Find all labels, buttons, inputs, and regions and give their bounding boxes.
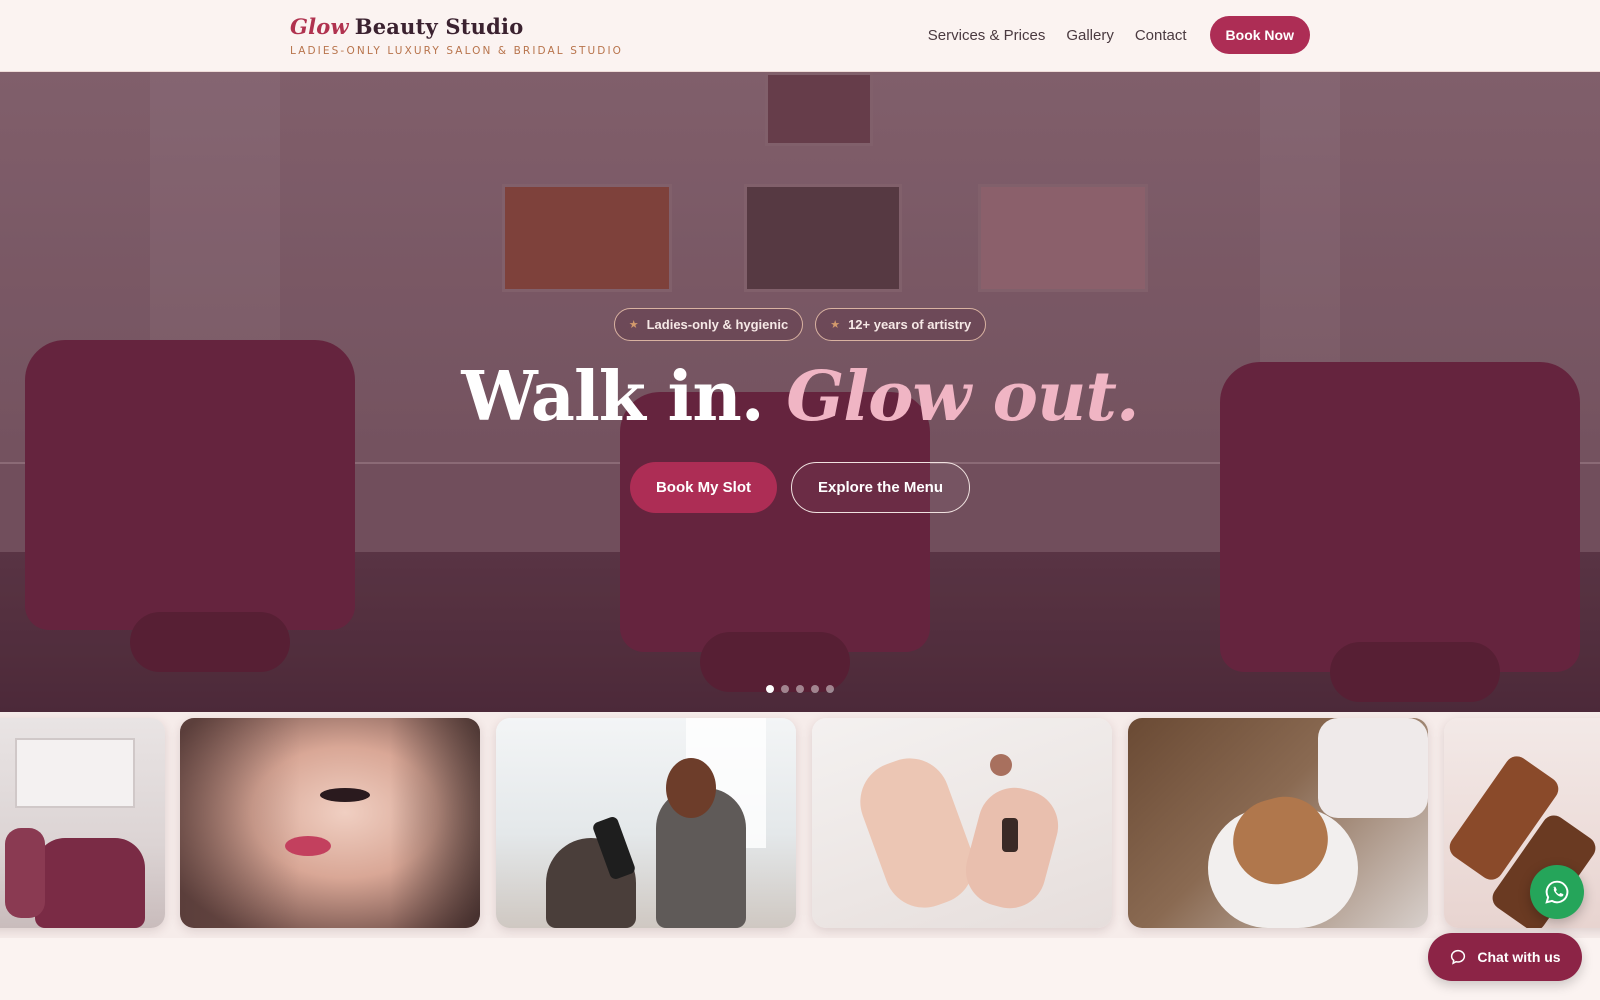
brand-name-accent: Glow — [290, 14, 349, 39]
carousel-dots — [0, 685, 1600, 693]
badge-ladies-only: ★ Ladies-only & hygienic — [613, 308, 804, 341]
hero-headline: Walk in. Glow out. — [0, 357, 1600, 437]
carousel-dot-4[interactable] — [811, 685, 819, 693]
hero-carousel: ★ Ladies-only & hygienic ★ 12+ years of … — [0, 72, 1600, 712]
badge-years-artistry: ★ 12+ years of artistry — [815, 308, 987, 341]
headline-accent: Glow out. — [786, 357, 1139, 437]
badge-label: 12+ years of artistry — [848, 317, 972, 332]
star-icon: ★ — [628, 319, 639, 331]
explore-menu-button[interactable]: Explore the Menu — [790, 462, 971, 513]
whatsapp-icon — [1545, 880, 1569, 904]
gallery-tile-hair-blowdry[interactable] — [496, 718, 796, 928]
carousel-dot-2[interactable] — [781, 685, 789, 693]
whatsapp-button[interactable] — [1530, 865, 1584, 919]
carousel-dot-5[interactable] — [826, 685, 834, 693]
carousel-dot-1[interactable] — [766, 685, 774, 693]
carousel-dot-3[interactable] — [796, 685, 804, 693]
gallery-tile-nail-polish[interactable] — [812, 718, 1112, 928]
book-now-button[interactable]: Book Now — [1209, 16, 1310, 54]
gallery-strip — [0, 712, 1600, 938]
star-icon: ★ — [830, 319, 841, 331]
chat-with-us-button[interactable]: Chat with us — [1428, 933, 1582, 981]
gallery-tile-facial-mask[interactable] — [1128, 718, 1428, 928]
badge-label: Ladies-only & hygienic — [646, 317, 789, 332]
brand-name-rest: Beauty Studio — [354, 14, 524, 39]
gallery-tile-makeup-lipstick[interactable] — [180, 718, 480, 928]
nav-link-services[interactable]: Services & Prices — [928, 27, 1046, 44]
nav-link-gallery[interactable]: Gallery — [1066, 27, 1114, 44]
brand-logo[interactable]: Glow Beauty Studio LADIES-ONLY LUXURY SAL… — [290, 14, 623, 57]
nav-link-contact[interactable]: Contact — [1135, 27, 1187, 44]
gallery-tile-salon-interior[interactable] — [0, 718, 165, 928]
main-nav: Services & Prices Gallery Contact Book N… — [928, 16, 1310, 54]
site-header: Glow Beauty Studio LADIES-ONLY LUXURY SAL… — [0, 0, 1600, 72]
hero-badges: ★ Ladies-only & hygienic ★ 12+ years of … — [0, 308, 1600, 341]
hero-cta-group: Book My Slot Explore the Menu — [0, 462, 1600, 513]
chat-bubble-icon — [1451, 949, 1466, 965]
chat-label: Chat with us — [1477, 949, 1561, 965]
book-my-slot-button[interactable]: Book My Slot — [629, 462, 777, 513]
brand-tagline: LADIES-ONLY LUXURY SALON & BRIDAL STUDIO — [290, 45, 624, 57]
headline-plain: Walk in. — [461, 357, 764, 437]
brand-name: Glow Beauty Studio — [290, 14, 623, 39]
